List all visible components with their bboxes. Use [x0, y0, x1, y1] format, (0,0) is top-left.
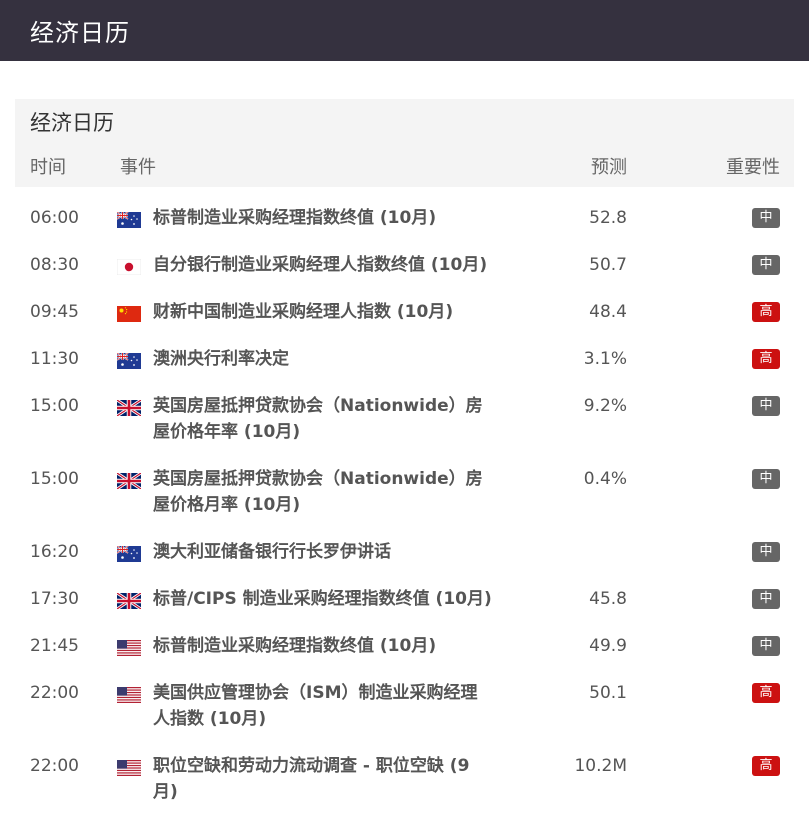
event-time: 15:00 [30, 396, 79, 416]
event-name[interactable]: 英国房屋抵押贷款协会（Nationwide）房屋价格月率 (10月) [153, 466, 493, 518]
gb-flag-icon [117, 473, 141, 489]
event-row[interactable]: 06:00 标普制造业采购经理指数终值 (10月) 52.8 中 [15, 201, 794, 235]
event-time: 22:00 [30, 683, 79, 703]
event-row[interactable]: 15:00 英国房屋抵押贷款协会（Nationwide）房屋价格月率 (10月) 0… [15, 462, 794, 522]
importance-badge: 高 [752, 756, 780, 776]
event-time: 06:00 [30, 208, 79, 228]
event-name[interactable]: 标普制造业采购经理指数终值 (10月) [153, 205, 493, 231]
event-row[interactable]: 22:00 美国供应管理协会（ISM）制造业采购经理人指数 (10月) 50.1 高 [15, 676, 794, 736]
event-row[interactable]: 21:45 标普制造业采购经理指数终值 (10月) 49.9 中 [15, 629, 794, 663]
event-time: 11:30 [30, 349, 79, 369]
calendar-header: 经济日历 时间 事件 预测 重要性 [15, 99, 794, 187]
us-flag-icon [117, 760, 141, 776]
event-row[interactable]: 08:30 自分银行制造业采购经理人指数终值 (10月) 50.7 中 [15, 248, 794, 282]
event-name[interactable]: 财新中国制造业采购经理人指数 (10月) [153, 299, 493, 325]
importance-badge: 中 [752, 208, 780, 228]
event-row[interactable]: 17:30 标普/CIPS 制造业采购经理指数终值 (10月) 45.8 中 [15, 582, 794, 616]
event-name[interactable]: 澳洲央行利率决定 [153, 346, 493, 372]
jp-flag-icon [117, 259, 141, 275]
importance-badge: 高 [752, 683, 780, 703]
event-row[interactable]: 09:45 财新中国制造业采购经理人指数 (10月) 48.4 高 [15, 295, 794, 329]
event-name[interactable]: 职位空缺和劳动力流动调查 - 职位空缺 (9月) [153, 753, 493, 805]
event-time: 09:45 [30, 302, 79, 322]
calendar-card: 经济日历 时间 事件 预测 重要性 06:00 标普制造业采购经理指数终值 (10… [15, 99, 794, 809]
event-row[interactable]: 15:00 英国房屋抵押贷款协会（Nationwide）房屋价格年率 (10月) 9… [15, 389, 794, 449]
importance-badge: 高 [752, 302, 780, 322]
gb-flag-icon [117, 593, 141, 609]
importance-badge: 中 [752, 396, 780, 416]
event-forecast: 50.1 [589, 683, 627, 703]
top-bar: 经济日历 [0, 0, 809, 61]
event-time: 08:30 [30, 255, 79, 275]
event-name[interactable]: 美国供应管理协会（ISM）制造业采购经理人指数 (10月) [153, 680, 493, 732]
event-row[interactable]: 22:00 职位空缺和劳动力流动调查 - 职位空缺 (9月) 10.2M 高 [15, 749, 794, 809]
event-time: 21:45 [30, 636, 79, 656]
event-list: 06:00 标普制造业采购经理指数终值 (10月) 52.8 中 08:30 自分银行制造… [15, 187, 794, 809]
importance-badge: 中 [752, 255, 780, 275]
event-name[interactable]: 澳大利亚储备银行行长罗伊讲话 [153, 539, 493, 565]
event-forecast: 52.8 [589, 208, 627, 228]
importance-badge: 中 [752, 542, 780, 562]
event-forecast: 48.4 [589, 302, 627, 322]
importance-badge: 中 [752, 469, 780, 489]
event-forecast: 49.9 [589, 636, 627, 656]
event-forecast: 3.1% [583, 349, 627, 369]
event-forecast: 50.7 [589, 255, 627, 275]
event-time: 17:30 [30, 589, 79, 609]
importance-badge: 中 [752, 636, 780, 656]
column-header-importance: 重要性 [726, 157, 780, 178]
event-forecast: 9.2% [583, 396, 627, 416]
column-header-event: 事件 [120, 157, 156, 178]
column-header-time: 时间 [30, 157, 66, 178]
event-name[interactable]: 标普制造业采购经理指数终值 (10月) [153, 633, 493, 659]
event-forecast: 10.2M [574, 756, 627, 776]
event-name[interactable]: 英国房屋抵押贷款协会（Nationwide）房屋价格年率 (10月) [153, 393, 493, 445]
us-flag-icon [117, 640, 141, 656]
event-time: 22:00 [30, 756, 79, 776]
page-title: 经济日历 [30, 19, 130, 47]
event-row[interactable]: 11:30 澳洲央行利率决定 3.1% 高 [15, 342, 794, 376]
importance-badge: 高 [752, 349, 780, 369]
event-name[interactable]: 自分银行制造业采购经理人指数终值 (10月) [153, 252, 493, 278]
cn-flag-icon [117, 306, 141, 322]
event-name[interactable]: 标普/CIPS 制造业采购经理指数终值 (10月) [153, 586, 493, 612]
au-flag-icon [117, 353, 141, 369]
au-flag-icon [117, 212, 141, 228]
event-time: 16:20 [30, 542, 79, 562]
gb-flag-icon [117, 400, 141, 416]
us-flag-icon [117, 687, 141, 703]
event-forecast: 45.8 [589, 589, 627, 609]
event-time: 15:00 [30, 469, 79, 489]
calendar-title: 经济日历 [30, 111, 114, 135]
event-row[interactable]: 16:20 澳大利亚储备银行行长罗伊讲话 中 [15, 535, 794, 569]
column-header-forecast: 预测 [591, 157, 627, 178]
au-flag-icon [117, 546, 141, 562]
importance-badge: 中 [752, 589, 780, 609]
event-forecast: 0.4% [583, 469, 627, 489]
